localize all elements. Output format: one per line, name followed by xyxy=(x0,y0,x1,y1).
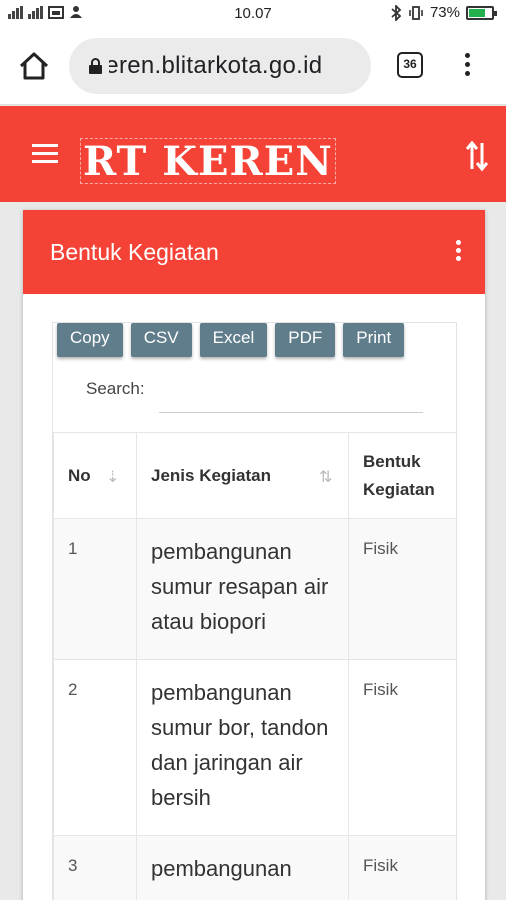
print-button[interactable]: Print xyxy=(343,323,405,357)
search-input[interactable] xyxy=(159,411,423,413)
kegiatan-table: No ⇣ Jenis Kegiatan ⇅ Bentuk Kegiatan 1 pem… xyxy=(53,432,456,900)
tab-switcher-button[interactable]: 36 xyxy=(397,52,423,78)
search-label: Search: xyxy=(86,379,145,398)
card-header: Bentuk Kegiatan xyxy=(23,210,485,294)
table-row: 3 pembangunan Fisik xyxy=(53,835,456,900)
column-header-jenis[interactable]: Jenis Kegiatan ⇅ xyxy=(136,432,349,519)
column-header-label: No xyxy=(68,465,91,485)
table-row: 2 pembangunan sumur bor, tandon dan jarin… xyxy=(53,659,456,836)
battery-percent: 73% xyxy=(429,4,460,21)
sort-icon: ⇅ xyxy=(319,469,333,486)
hamburger-menu-icon[interactable] xyxy=(32,144,58,164)
vibrate-icon xyxy=(409,5,423,20)
card-menu-icon[interactable] xyxy=(453,240,463,264)
cell-jenis-kegiatan: pembangunan xyxy=(136,835,349,900)
browser-toolbar: keren.blitarkota.go.id 36 xyxy=(0,27,506,105)
lock-icon xyxy=(89,58,102,74)
cell-bentuk-kegiatan: Fisik xyxy=(348,835,456,900)
column-header-no[interactable]: No ⇣ xyxy=(53,432,137,519)
cell-no: 3 xyxy=(53,835,137,900)
cell-jenis-kegiatan: pembangunan sumur resapan air atau biopo… xyxy=(136,518,349,660)
swap-vertical-icon[interactable] xyxy=(464,139,490,173)
export-buttons: Copy CSV Excel PDF Print xyxy=(57,323,405,357)
url-text: keren.blitarkota.go.id xyxy=(93,52,323,79)
site-header: RT KEREN xyxy=(0,106,506,202)
card-title: Bentuk Kegiatan xyxy=(50,239,219,265)
datatable-wrapper: Copy CSV Excel PDF Print Search: No ⇣ Jen… xyxy=(52,322,457,900)
cell-bentuk-kegiatan: Fisik xyxy=(348,659,456,836)
home-icon[interactable] xyxy=(18,51,50,81)
battery-icon xyxy=(466,5,497,20)
excel-button[interactable]: Excel xyxy=(199,323,268,357)
column-header-label: Jenis Kegiatan xyxy=(151,465,271,485)
table-header-row: No ⇣ Jenis Kegiatan ⇅ Bentuk Kegiatan xyxy=(53,432,456,519)
column-header-label: Bentuk Kegiatan xyxy=(363,451,435,499)
address-bar[interactable]: keren.blitarkota.go.id xyxy=(69,38,371,94)
browser-menu-icon[interactable] xyxy=(460,53,474,79)
csv-button[interactable]: CSV xyxy=(130,323,192,357)
bentuk-kegiatan-card: Bentuk Kegiatan Copy CSV Excel PDF Print… xyxy=(23,210,485,900)
table-row: 1 pembangunan sumur resapan air atau biop… xyxy=(53,518,456,660)
column-header-bentuk[interactable]: Bentuk Kegiatan xyxy=(348,432,456,519)
pdf-button[interactable]: PDF xyxy=(275,323,336,357)
site-logo[interactable]: RT KEREN xyxy=(80,138,336,185)
cell-no: 2 xyxy=(53,659,137,836)
status-right-icons: 73% xyxy=(390,4,497,21)
cell-bentuk-kegiatan: Fisik xyxy=(348,518,456,660)
cell-jenis-kegiatan: pembangunan sumur bor, tandon dan jaring… xyxy=(136,659,349,836)
sort-desc-icon: ⇣ xyxy=(106,469,120,486)
copy-button[interactable]: Copy xyxy=(57,323,123,357)
cell-no: 1 xyxy=(53,518,137,660)
status-bar: 10.07 73% xyxy=(0,0,506,27)
bluetooth-icon xyxy=(391,4,402,21)
